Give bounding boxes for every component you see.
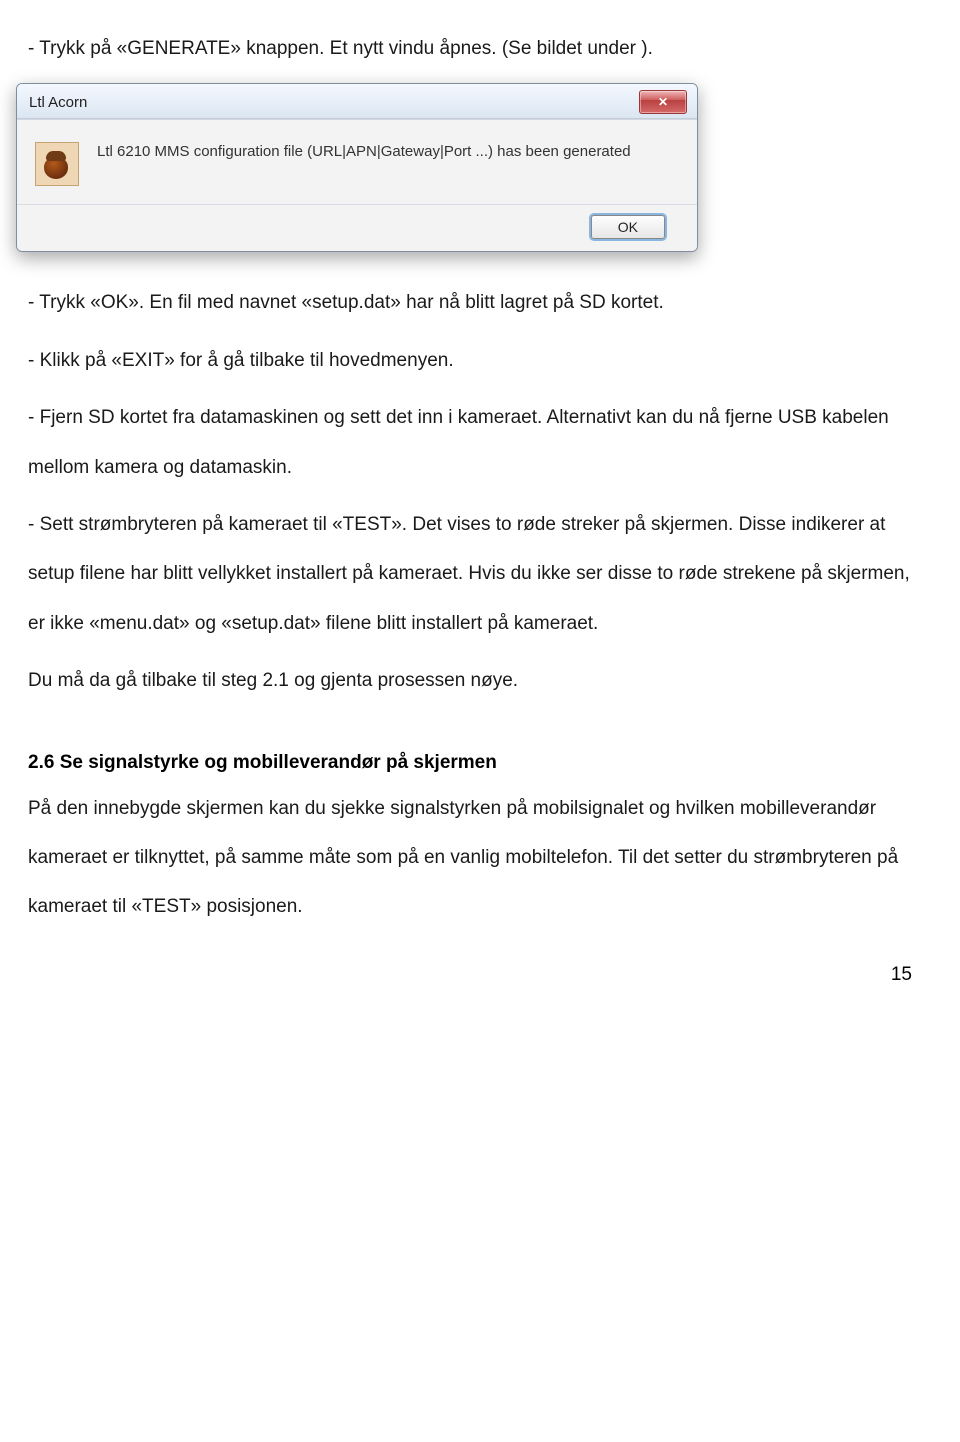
dialog-body: Ltl 6210 MMS configuration file (URL|APN… — [17, 119, 697, 251]
dialog-message-row: Ltl 6210 MMS configuration file (URL|APN… — [35, 142, 679, 186]
step-exit: - Klikk på «EXIT» for å gå tilbake til h… — [28, 336, 912, 385]
dialog-titlebar: Ltl Acorn ✕ — [17, 84, 697, 119]
screenshot-figure: Ltl Acorn ✕ Ltl 6210 MMS configuration f… — [16, 83, 912, 252]
ok-button[interactable]: OK — [591, 215, 665, 239]
page-number: 15 — [28, 940, 912, 986]
section-2-6-body: På den innebygde skjermen kan du sjekke … — [28, 784, 912, 932]
dialog-message: Ltl 6210 MMS configuration file (URL|APN… — [97, 142, 631, 162]
dialog-button-row: OK — [35, 205, 679, 239]
close-icon: ✕ — [658, 96, 668, 108]
acorn-icon — [35, 142, 79, 186]
step-remove-sd: - Fjern SD kortet fra datamaskinen og se… — [28, 393, 912, 492]
section-2-6-heading: 2.6 Se signalstyrke og mobilleverandør p… — [28, 752, 912, 774]
step-test: - Sett strømbryteren på kameraet til «TE… — [28, 500, 912, 648]
step-retry: Du må da gå tilbake til steg 2.1 og gjen… — [28, 656, 912, 705]
close-button[interactable]: ✕ — [639, 90, 687, 114]
step-ok: - Trykk «OK». En fil med navnet «setup.d… — [28, 278, 912, 327]
document-page: - Trykk på «GENERATE» knappen. Et nytt v… — [0, 0, 960, 1034]
intro-line: - Trykk på «GENERATE» knappen. Et nytt v… — [28, 24, 912, 73]
dialog-title: Ltl Acorn — [29, 94, 87, 111]
dialog-window: Ltl Acorn ✕ Ltl 6210 MMS configuration f… — [16, 83, 698, 252]
